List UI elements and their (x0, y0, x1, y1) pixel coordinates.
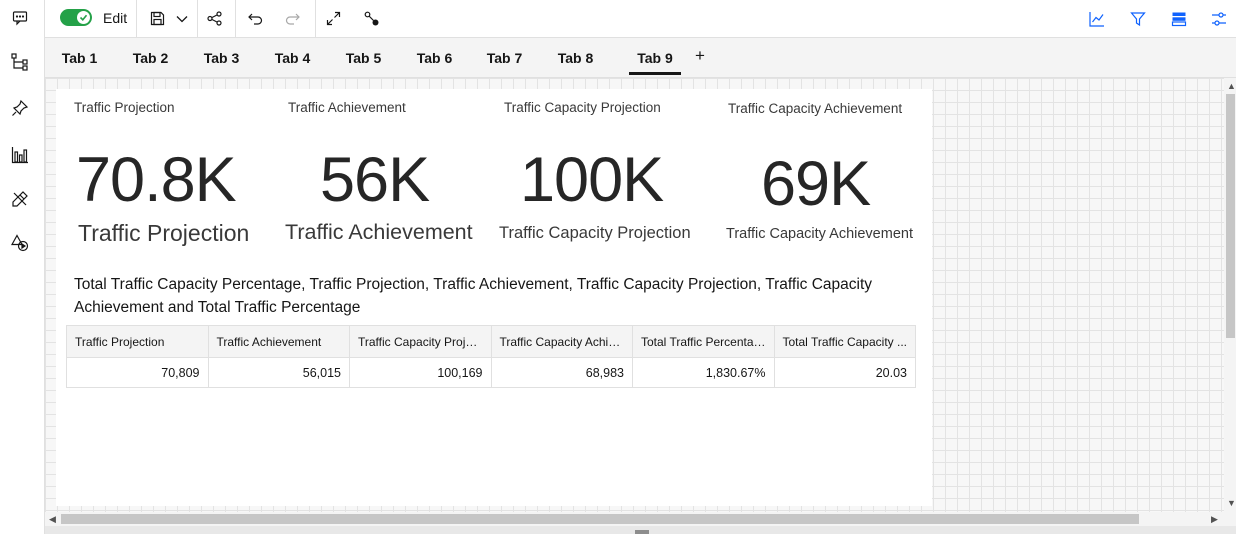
horizontal-scroll-thumb[interactable] (61, 514, 1139, 524)
table-row: 70,809 56,015 100,169 68,983 1,830.67% 2… (66, 357, 916, 388)
tab-3[interactable]: Tab 3 (194, 38, 249, 77)
edit-label: Edit (103, 10, 128, 26)
line-chart-icon[interactable] (1085, 0, 1109, 37)
tab-5[interactable]: Tab 5 (336, 38, 391, 77)
undo-icon[interactable] (243, 0, 267, 37)
pin-icon[interactable] (9, 97, 31, 119)
tab-bar: Tab 1 Tab 2 Tab 3 Tab 4 Tab 5 Tab 6 Tab … (45, 38, 1236, 78)
data-view-icon[interactable] (1167, 0, 1191, 37)
kpi-header: Traffic Capacity Achievement (728, 101, 903, 116)
design-tools-icon[interactable] (9, 188, 31, 210)
tree-icon[interactable] (9, 51, 31, 73)
scroll-down-icon[interactable]: ▼ (1227, 498, 1236, 508)
kpi-value: 56K (320, 145, 430, 215)
bar-chart-icon[interactable] (9, 144, 31, 166)
dashboard-board: Traffic Projection 70.8K Traffic Project… (56, 89, 932, 506)
kpi-sublabel: Traffic Capacity Projection (499, 224, 691, 242)
tab-7[interactable]: Tab 7 (477, 38, 532, 77)
shapes-icon[interactable] (9, 232, 31, 254)
dashboard-canvas: Traffic Projection 70.8K Traffic Project… (45, 78, 1224, 512)
kpi-value: 70.8K (76, 145, 237, 215)
tab-6[interactable]: Tab 6 (407, 38, 462, 77)
vertical-scrollbar[interactable]: ▲ ▼ (1224, 78, 1236, 512)
resize-grip[interactable] (635, 530, 649, 534)
kpi-header: Traffic Projection (74, 100, 175, 115)
left-rail (0, 0, 45, 534)
kpi-value: 69K (761, 149, 871, 219)
table-title: Total Traffic Capacity Percentage, Traff… (74, 276, 873, 316)
vertical-scroll-thumb[interactable] (1226, 94, 1235, 338)
table-cell: 70,809 (66, 357, 209, 388)
kpi-value: 100K (520, 145, 664, 215)
kpi-header: Traffic Capacity Projection (504, 100, 661, 115)
toolbar-divider (136, 0, 137, 37)
tab-2[interactable]: Tab 2 (123, 38, 178, 77)
add-tab-button[interactable]: + (695, 46, 705, 66)
table-cell: 20.03 (773, 357, 916, 388)
table-cell: 68,983 (490, 357, 633, 388)
column-header[interactable]: Traffic Projection (66, 325, 209, 358)
column-header[interactable]: Traffic Capacity Projec... (349, 325, 492, 358)
column-header[interactable]: Traffic Achievement (207, 325, 350, 358)
settings-adjust-icon[interactable] (1207, 0, 1231, 37)
kpi-sublabel: Traffic Projection (78, 220, 250, 246)
save-icon[interactable] (145, 0, 169, 37)
tab-4[interactable]: Tab 4 (265, 38, 320, 77)
toolbar-divider (235, 0, 236, 37)
kpi-header: Traffic Achievement (288, 100, 406, 115)
comment-icon[interactable] (9, 7, 31, 29)
tab-8[interactable]: Tab 8 (548, 38, 603, 77)
edit-toggle[interactable] (60, 9, 92, 26)
tab-1[interactable]: Tab 1 (52, 38, 107, 77)
table-cell: 100,169 (349, 357, 492, 388)
toolbar-divider (315, 0, 316, 37)
scroll-right-icon[interactable]: ▶ (1211, 514, 1218, 525)
top-toolbar: Edit (45, 0, 1236, 38)
table-header-row: Traffic Projection Traffic Achievement T… (66, 325, 916, 358)
table-cell: 56,015 (207, 357, 350, 388)
redo-icon[interactable] (280, 0, 304, 37)
column-header[interactable]: Traffic Capacity Achie... (490, 325, 633, 358)
kpi-sublabel: Traffic Capacity Achievement (726, 226, 913, 242)
scroll-up-icon[interactable]: ▲ (1227, 81, 1236, 91)
tab-9[interactable]: Tab 9 (629, 38, 681, 77)
filter-icon[interactable] (1126, 0, 1150, 37)
data-table: Traffic Projection Traffic Achievement T… (66, 325, 916, 388)
chevron-down-icon[interactable] (171, 0, 193, 37)
toolbar-divider (197, 0, 198, 37)
column-header[interactable]: Total Traffic Capacity ... (773, 325, 916, 358)
bottom-panel-handle (45, 526, 1236, 534)
table-cell: 1,830.67% (632, 357, 775, 388)
pipeline-icon[interactable] (359, 0, 383, 37)
maximize-icon[interactable] (321, 0, 345, 37)
kpi-sublabel: Traffic Achievement (285, 220, 473, 244)
horizontal-scrollbar[interactable]: ◀ ▶ (45, 512, 1224, 526)
checkmark-icon (77, 11, 90, 24)
column-header[interactable]: Total Traffic Percentage (632, 325, 775, 358)
share-icon[interactable] (201, 0, 227, 37)
scroll-left-icon[interactable]: ◀ (49, 514, 56, 525)
